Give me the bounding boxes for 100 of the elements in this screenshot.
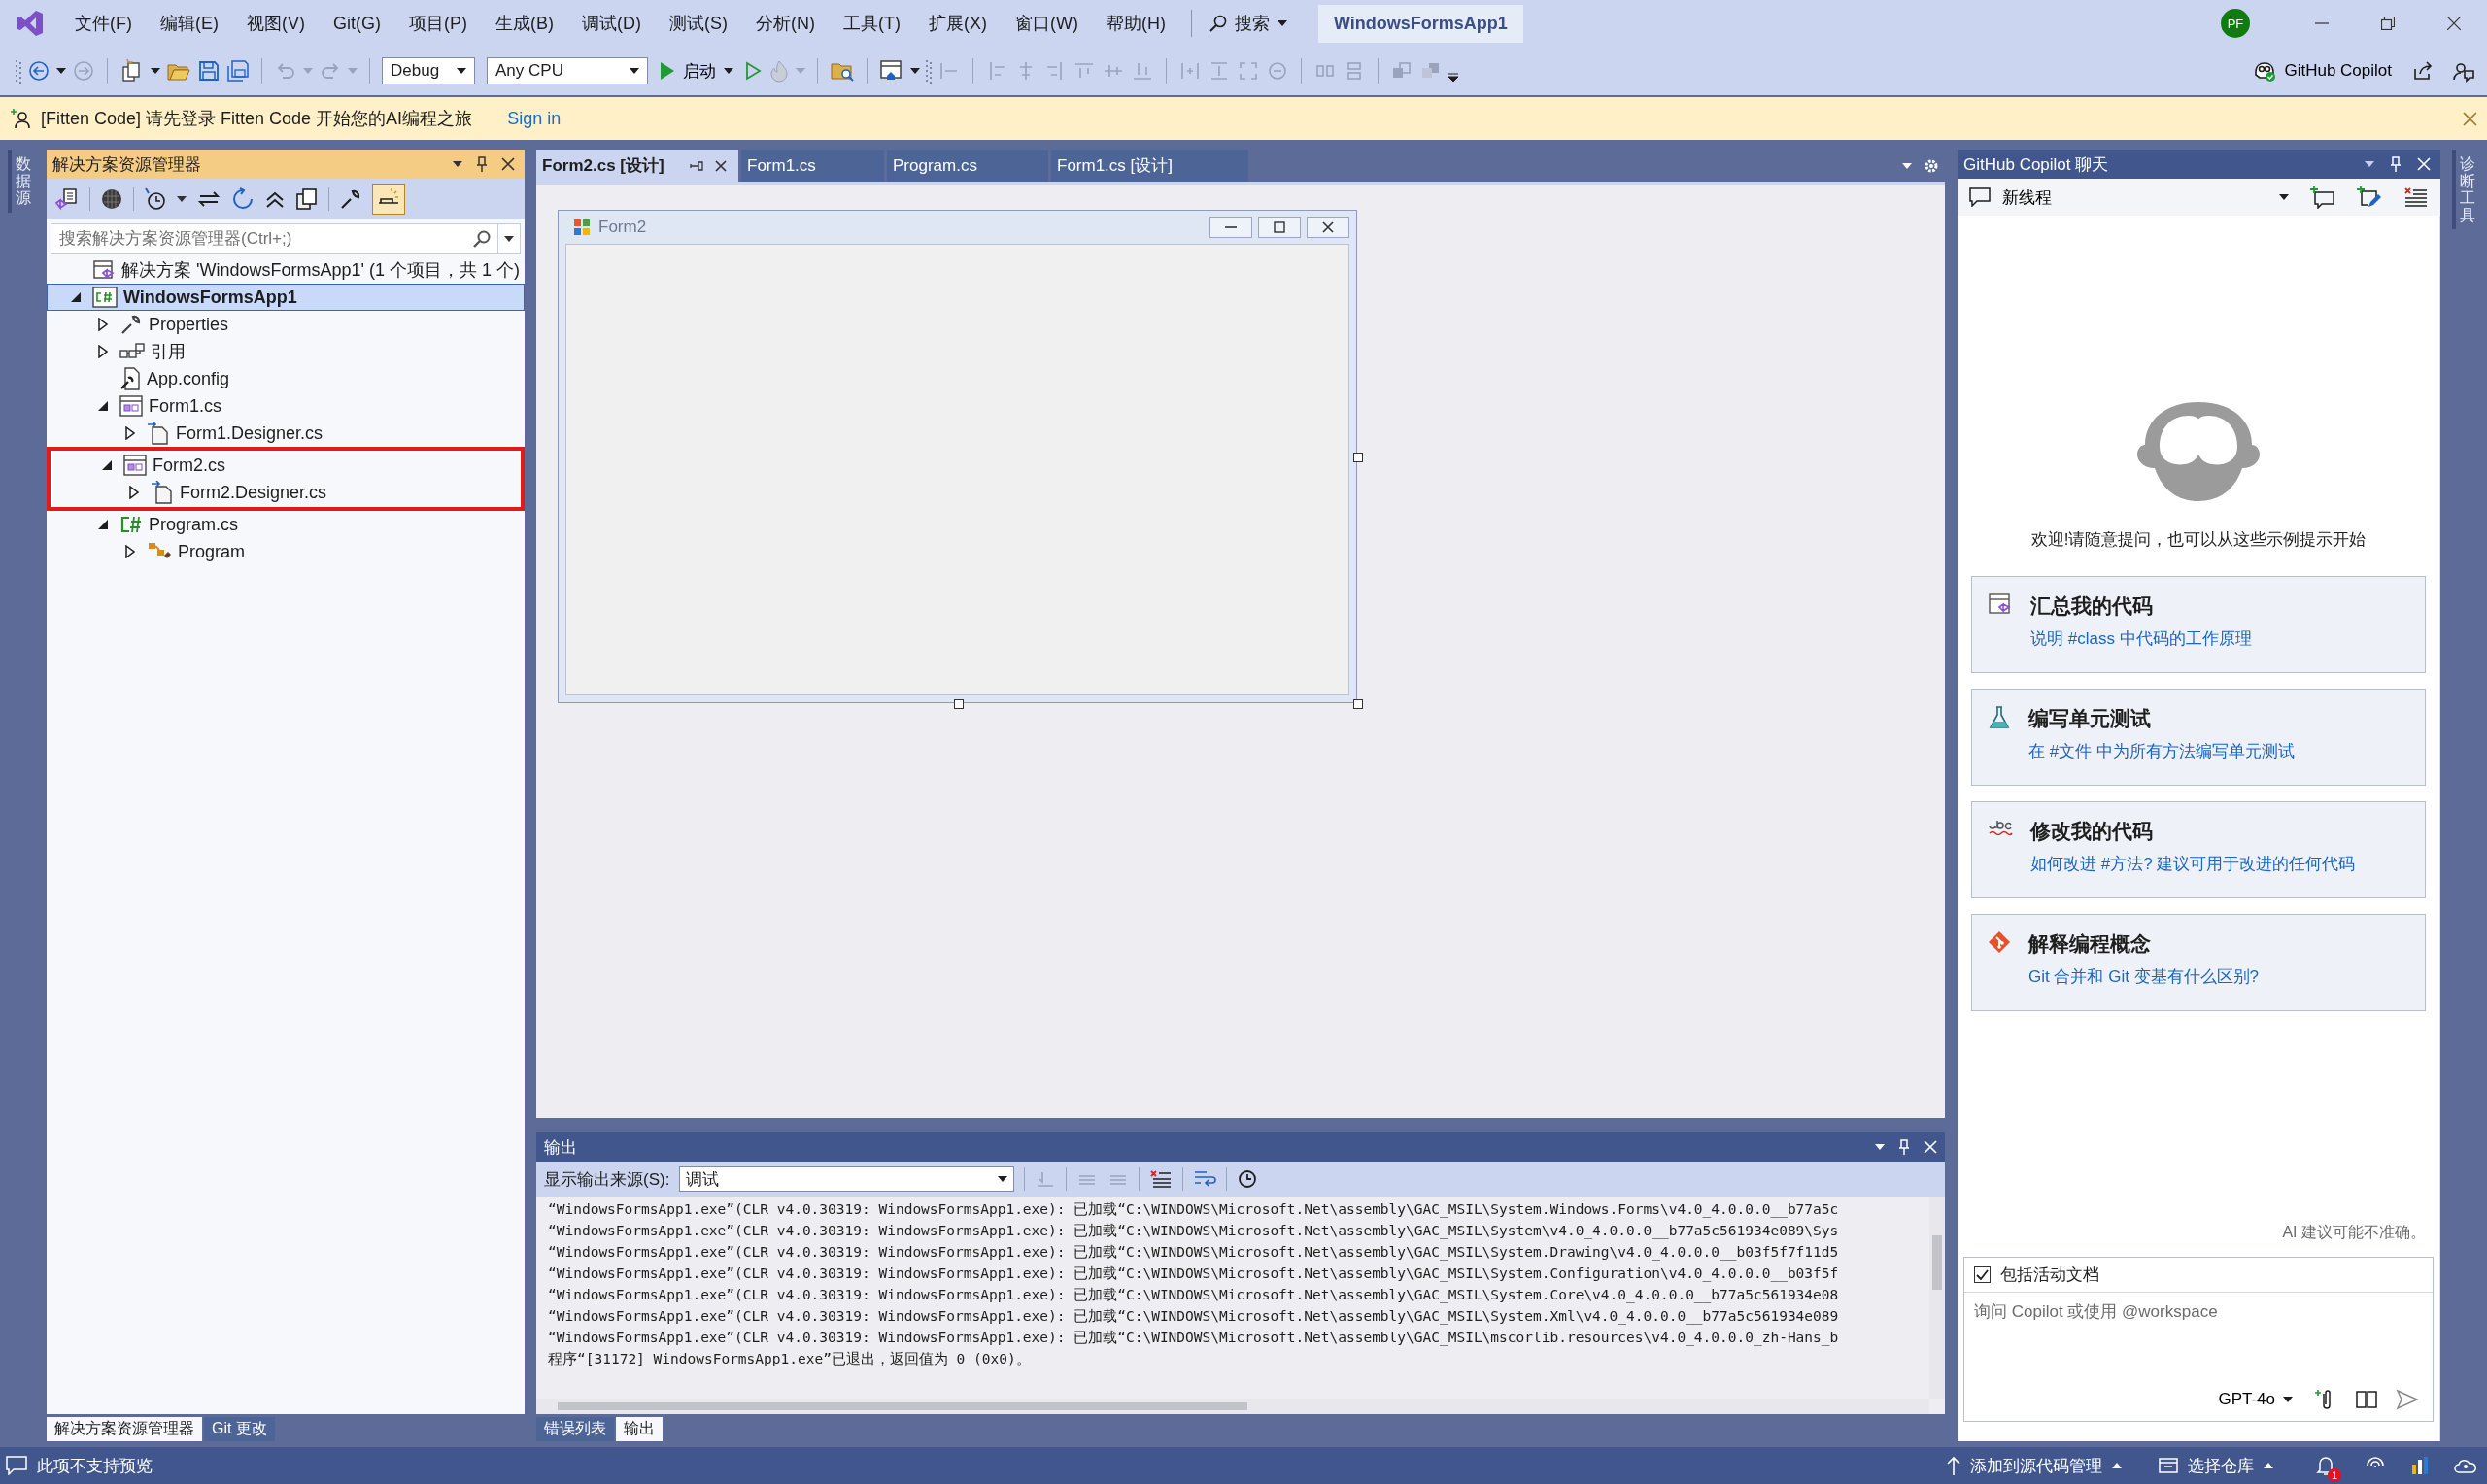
grip-icon[interactable] (926, 58, 932, 84)
expanded-arrow-icon[interactable] (97, 519, 109, 530)
clock-icon[interactable] (1237, 1168, 1259, 1190)
dock-tab[interactable]: 诊断工具 (2452, 150, 2479, 230)
tree-item[interactable]: Properties (47, 311, 525, 338)
menu-item[interactable]: 窗口(W) (1002, 6, 1091, 41)
minimize-button[interactable] (1209, 217, 1252, 238)
caret-icon[interactable] (2264, 1463, 2273, 1468)
vertical-scrollbar[interactable] (1929, 1197, 1945, 1399)
platform-dropdown[interactable]: Any CPU (487, 57, 648, 84)
panel-tab[interactable]: Git 更改 (204, 1417, 275, 1441)
caret-icon[interactable] (56, 68, 66, 74)
menu-item[interactable]: 调试(D) (569, 6, 654, 41)
book-icon[interactable] (2355, 1389, 2378, 1410)
collapsed-arrow-icon[interactable] (125, 426, 135, 440)
account-avatar[interactable]: PF (2221, 9, 2250, 38)
caret-icon[interactable] (177, 196, 187, 202)
expanded-arrow-icon[interactable] (101, 459, 113, 471)
scrollbar-thumb[interactable] (1932, 1235, 1942, 1290)
collapsed-arrow-icon[interactable] (98, 345, 108, 358)
edit-thread-icon[interactable] (2357, 186, 2382, 209)
menu-item[interactable]: 帮助(H) (1093, 6, 1178, 41)
menu-item[interactable]: 生成(B) (483, 6, 566, 41)
expanded-arrow-icon[interactable] (70, 291, 82, 303)
clear-all-icon[interactable] (1149, 1168, 1174, 1190)
menu-item[interactable]: 编辑(E) (148, 6, 231, 41)
save-all-icon[interactable] (226, 59, 250, 83)
send-icon[interactable] (2396, 1389, 2419, 1410)
suggestion-card[interactable]: 解释编程概念 Git 合并和 Git 变基有什么区别? (1971, 914, 2426, 1011)
maximize-button[interactable] (1258, 217, 1301, 238)
back-icon[interactable] (27, 59, 51, 83)
settings-icon[interactable] (1924, 157, 1939, 174)
expanded-arrow-icon[interactable] (97, 400, 109, 412)
editor-tab[interactable]: Program.cs (887, 150, 1048, 182)
suggestion-card[interactable]: 修改我的代码 如何改进 #方法? 建议可用于改进的任何代码 (1971, 801, 2426, 898)
clear-thread-icon[interactable] (2403, 186, 2429, 208)
panel-tab[interactable]: 输出 (616, 1417, 663, 1441)
output-source-dropdown[interactable]: 调试 (679, 1166, 1015, 1192)
tree-item[interactable]: 解决方案 'WindowsFormsApp1' (1 个项目，共 1 个) (47, 256, 525, 284)
tree-item[interactable]: App.config (47, 365, 525, 392)
collapsed-arrow-icon[interactable] (129, 486, 139, 499)
pin-icon[interactable] (690, 158, 703, 173)
tree-item[interactable]: WindowsFormsApp1 (47, 284, 525, 311)
tree-item[interactable]: Program.cs (47, 511, 525, 538)
menu-item[interactable]: 项目(P) (396, 6, 480, 41)
editor-tab[interactable]: Form2.cs [设计] (536, 150, 738, 182)
refresh-icon[interactable] (231, 187, 255, 211)
chart-icon[interactable] (2409, 1455, 2431, 1476)
tree-item[interactable]: Form1.Designer.cs (47, 420, 525, 447)
panel-tab[interactable]: 解决方案资源管理器 (47, 1417, 202, 1441)
suggestion-card[interactable]: 汇总我的代码 说明 #class 中代码的工作原理 (1971, 576, 2426, 673)
globe-icon[interactable] (100, 187, 123, 211)
collapsed-arrow-icon[interactable] (98, 318, 108, 331)
close-icon[interactable] (501, 157, 515, 171)
caret-icon[interactable] (2112, 1463, 2122, 1468)
caret-icon[interactable] (504, 236, 514, 242)
menu-item[interactable]: 工具(T) (831, 6, 913, 41)
caret-icon[interactable] (1277, 20, 1287, 26)
history-icon[interactable] (144, 187, 167, 211)
caret-icon[interactable] (453, 161, 462, 167)
pin-icon[interactable] (476, 156, 488, 172)
share-icon[interactable] (2411, 59, 2435, 83)
checkbox[interactable] (1974, 1266, 1991, 1283)
copilot-button[interactable]: GitHub Copilot (2247, 58, 2398, 84)
start-button[interactable]: 启动 (654, 55, 739, 86)
tree-item[interactable]: 引用 (47, 338, 525, 365)
collapsed-arrow-icon[interactable] (125, 545, 135, 558)
save-icon[interactable] (197, 59, 221, 83)
caret-icon[interactable] (151, 68, 160, 74)
caret-icon[interactable] (2279, 194, 2289, 200)
resize-handle[interactable] (954, 699, 964, 709)
resize-handle[interactable] (1353, 453, 1363, 462)
menu-item[interactable]: 视图(V) (234, 6, 318, 41)
close-button[interactable] (1307, 217, 1349, 238)
tree-item[interactable]: Program (47, 538, 525, 565)
switch-views-icon[interactable] (54, 187, 80, 211)
configuration-dropdown[interactable]: Debug (382, 57, 475, 84)
scrollbar-thumb[interactable] (558, 1402, 1247, 1410)
menu-item[interactable]: 扩展(X) (915, 6, 1000, 41)
thread-selector[interactable]: 新线程 (1969, 186, 2052, 209)
dock-tab[interactable]: 数据源 (8, 150, 35, 213)
suggestion-card[interactable]: 编写单元测试 在 #文件 中为所有方法编写单元测试 (1971, 689, 2426, 786)
select-repository-button[interactable]: 选择仓库 (2159, 1454, 2273, 1477)
editor-tab[interactable]: Form1.cs [设计] (1051, 150, 1248, 182)
overflow-icon[interactable] (1448, 73, 1458, 83)
model-selector[interactable]: GPT-4o (2218, 1390, 2293, 1409)
copy-icon[interactable] (295, 187, 319, 211)
caret-icon[interactable] (1875, 1144, 1885, 1150)
panel-tab[interactable]: 错误列表 (536, 1417, 614, 1441)
search-field[interactable]: 搜索解决方案资源管理器(Ctrl+;) (51, 223, 521, 254)
search-button[interactable]: 搜索 (1199, 6, 1297, 41)
sign-in-link[interactable]: Sign in (507, 108, 562, 129)
grip-icon[interactable] (16, 58, 21, 84)
tree-item[interactable]: Form2.cs (51, 452, 521, 479)
comment-icon[interactable] (6, 1456, 27, 1475)
editor-tab[interactable]: Form1.cs (741, 150, 884, 182)
chat-input-panel[interactable]: 包括活动文档 询问 Copilot 或使用 @workspace GPT-4o (1963, 1257, 2434, 1422)
tree-item[interactable]: Form2.Designer.cs (51, 479, 521, 506)
menu-item[interactable]: 分析(N) (743, 6, 828, 41)
tree-item[interactable]: Form1.cs (47, 392, 525, 420)
